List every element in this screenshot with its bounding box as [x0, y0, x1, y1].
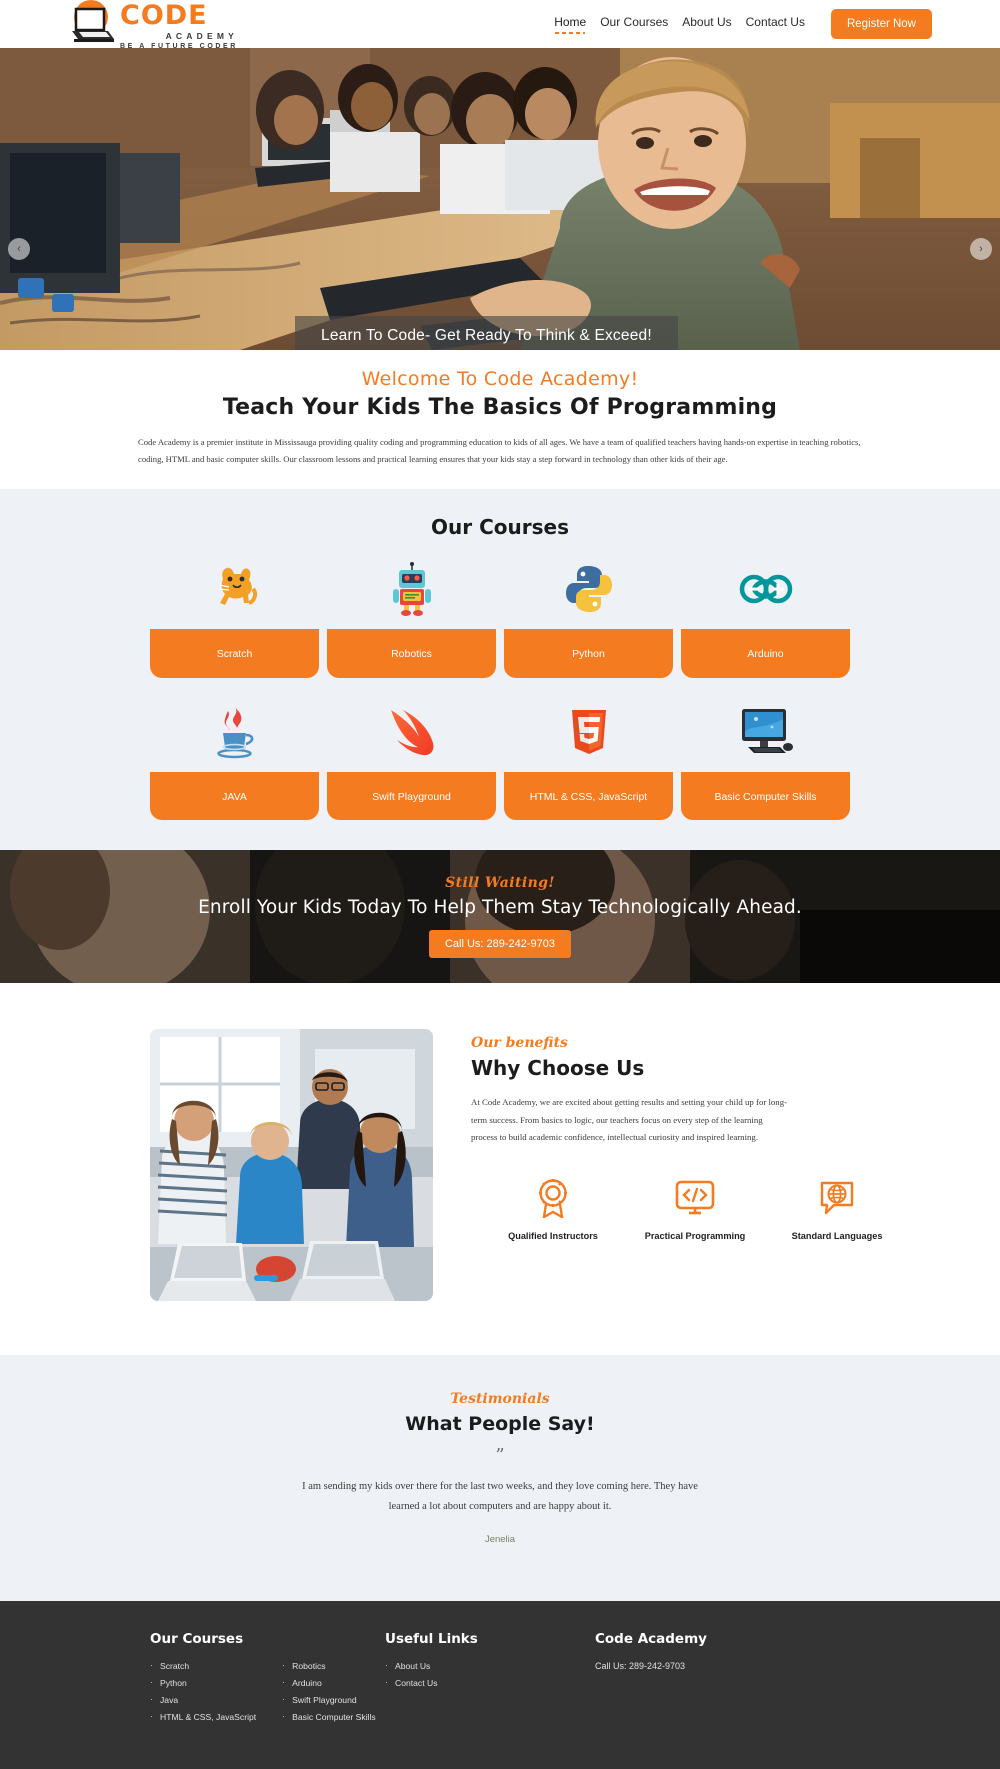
welcome-title: Teach Your Kids The Basics Of Programmin… — [222, 395, 778, 420]
footer-courses-list-1: Scratch Python Java HTML & CSS, JavaScri… — [150, 1660, 256, 1729]
scratch-cat-icon — [211, 561, 259, 617]
python-logo-icon — [564, 561, 614, 617]
course-card-arduino[interactable]: Arduino — [681, 561, 850, 678]
quote-mark-icon: ” — [495, 1445, 505, 1466]
testimonial-text: I am sending my kids over there for the … — [302, 1481, 698, 1513]
course-label[interactable]: Scratch — [150, 629, 319, 678]
robot-icon — [390, 561, 434, 617]
footer-link[interactable]: Contact Us — [385, 1677, 595, 1688]
footer-link[interactable]: Arduino — [282, 1677, 376, 1688]
hero-image — [0, 48, 1000, 350]
welcome-kicker: Welcome To Code Academy! — [361, 368, 639, 390]
hero-caption: Learn To Code- Get Ready To Think & Exce… — [295, 316, 678, 350]
code-monitor-icon — [643, 1177, 747, 1219]
benefit-label: Practical Programming — [644, 1230, 746, 1241]
footer-about-column: Code Academy Call Us: 289-242-9703 — [595, 1631, 850, 1729]
footer-useful-links-column: Useful Links About Us Contact Us — [385, 1631, 595, 1729]
testimonials-section: Testimonials What People Say! ” I am sen… — [0, 1355, 1000, 1601]
course-card-java[interactable]: JAVA — [150, 704, 319, 820]
courses-section: Our Courses Scratch Robotics Python Ardu… — [0, 489, 1000, 850]
award-badge-icon — [501, 1177, 605, 1219]
why-paragraph: At Code Academy, we are excited about ge… — [471, 1097, 788, 1143]
course-label[interactable]: Robotics — [327, 629, 496, 678]
logo-tagline-text: BE A FUTURE CODER — [120, 43, 238, 50]
cta-banner: Still Waiting! Enroll Your Kids Today To… — [0, 850, 1000, 983]
why-title: Why Choose Us — [471, 1056, 645, 1080]
footer-link[interactable]: Swift Playground — [282, 1694, 376, 1705]
course-label[interactable]: Python — [504, 629, 673, 678]
logo-code-text: CODE — [120, 0, 208, 31]
hero-carousel: ‹ › Learn To Code- Get Ready To Think & … — [0, 48, 1000, 350]
footer-courses-heading: Our Courses — [150, 1630, 244, 1647]
site-header: CODE ACADEMY BE A FUTURE CODER Home Our … — [0, 0, 1000, 50]
footer-link[interactable]: Scratch — [150, 1660, 256, 1671]
why-kicker: Our benefits — [471, 1035, 568, 1051]
benefit-standard-languages: Standard Languages — [785, 1177, 889, 1244]
logo-laptop-icon — [68, 0, 120, 42]
why-choose-us-image — [150, 1029, 433, 1301]
arduino-infinity-icon — [738, 561, 794, 617]
footer-about-heading: Code Academy — [595, 1630, 707, 1647]
cta-call-button[interactable]: Call Us: 289-242-9703 — [428, 930, 572, 958]
carousel-prev-button[interactable]: ‹ — [8, 238, 30, 260]
course-card-swift[interactable]: Swift Playground — [327, 704, 496, 820]
footer-link[interactable]: Basic Computer Skills — [282, 1711, 376, 1722]
course-label[interactable]: Swift Playground — [327, 771, 496, 820]
footer-link[interactable]: Java — [150, 1694, 256, 1705]
globe-speech-icon — [785, 1177, 889, 1219]
benefit-qualified-instructors: Qualified Instructors — [501, 1177, 605, 1244]
nav-item-home[interactable]: Home — [554, 15, 586, 34]
testimonials-title: What People Say! — [405, 1413, 595, 1435]
course-card-robotics[interactable]: Robotics — [327, 561, 496, 678]
html5-shield-icon — [569, 704, 609, 760]
footer-useful-links-list: About Us Contact Us — [385, 1660, 595, 1688]
course-card-python[interactable]: Python — [504, 561, 673, 678]
footer-contact-text: Call Us: 289-242-9703 — [595, 1660, 686, 1671]
welcome-paragraph: Code Academy is a premier institute in M… — [138, 437, 861, 464]
footer-link[interactable]: HTML & CSS, JavaScript — [150, 1711, 256, 1722]
testimonial-author: Jenelia — [484, 1533, 516, 1545]
nav-item-contact-us[interactable]: Contact Us — [746, 15, 805, 34]
footer-link[interactable]: Robotics — [282, 1660, 376, 1671]
cta-kicker: Still Waiting! — [445, 875, 555, 891]
course-label[interactable]: HTML & CSS, JavaScript — [504, 771, 673, 820]
course-card-scratch[interactable]: Scratch — [150, 561, 319, 678]
benefit-label: Qualified Instructors — [508, 1230, 598, 1241]
courses-title: Our Courses — [431, 515, 569, 539]
testimonials-kicker: Testimonials — [450, 1391, 550, 1407]
benefit-practical-programming: Practical Programming — [643, 1177, 747, 1244]
courses-row-1: Scratch Robotics Python Arduino — [150, 561, 850, 678]
why-choose-us-section: Our benefits Why Choose Us At Code Acade… — [0, 983, 1000, 1355]
course-label[interactable]: Arduino — [681, 629, 850, 678]
course-card-html[interactable]: HTML & CSS, JavaScript — [504, 704, 673, 820]
footer-courses-column: Our Courses Scratch Python Java HTML & C… — [150, 1631, 385, 1729]
course-card-basic-computer[interactable]: Basic Computer Skills — [681, 704, 850, 820]
courses-row-2: JAVA Swift Playground HTML & CSS, JavaSc… — [150, 704, 850, 820]
benefit-label: Standard Languages — [791, 1230, 883, 1241]
footer-link[interactable]: Python — [150, 1677, 256, 1688]
welcome-section: Welcome To Code Academy! Teach Your Kids… — [0, 350, 1000, 489]
course-label[interactable]: Basic Computer Skills — [681, 771, 850, 820]
register-now-button[interactable]: Register Now — [830, 9, 932, 39]
nav-item-our-courses[interactable]: Our Courses — [600, 15, 668, 34]
java-coffee-cup-icon — [213, 704, 257, 760]
footer-link[interactable]: About Us — [385, 1660, 595, 1671]
logo-academy-text: ACADEMY — [165, 31, 238, 41]
footer-links-heading: Useful Links — [385, 1630, 478, 1647]
nav-item-about-us[interactable]: About Us — [682, 15, 731, 34]
carousel-next-button[interactable]: › — [970, 238, 992, 260]
site-footer: Our Courses Scratch Python Java HTML & C… — [0, 1600, 1000, 1769]
main-navigation: Home Our Courses About Us Contact Us Reg… — [554, 9, 932, 39]
benefits-list: Qualified Instructors Practical Programm… — [471, 1177, 889, 1244]
swift-bird-icon — [385, 704, 439, 760]
site-logo[interactable]: CODE ACADEMY BE A FUTURE CODER — [68, 0, 238, 50]
course-label[interactable]: JAVA — [150, 771, 319, 820]
desktop-computer-icon — [738, 704, 794, 760]
footer-courses-list-2: Robotics Arduino Swift Playground Basic … — [282, 1660, 376, 1729]
cta-headline: Enroll Your Kids Today To Help Them Stay… — [198, 897, 802, 918]
